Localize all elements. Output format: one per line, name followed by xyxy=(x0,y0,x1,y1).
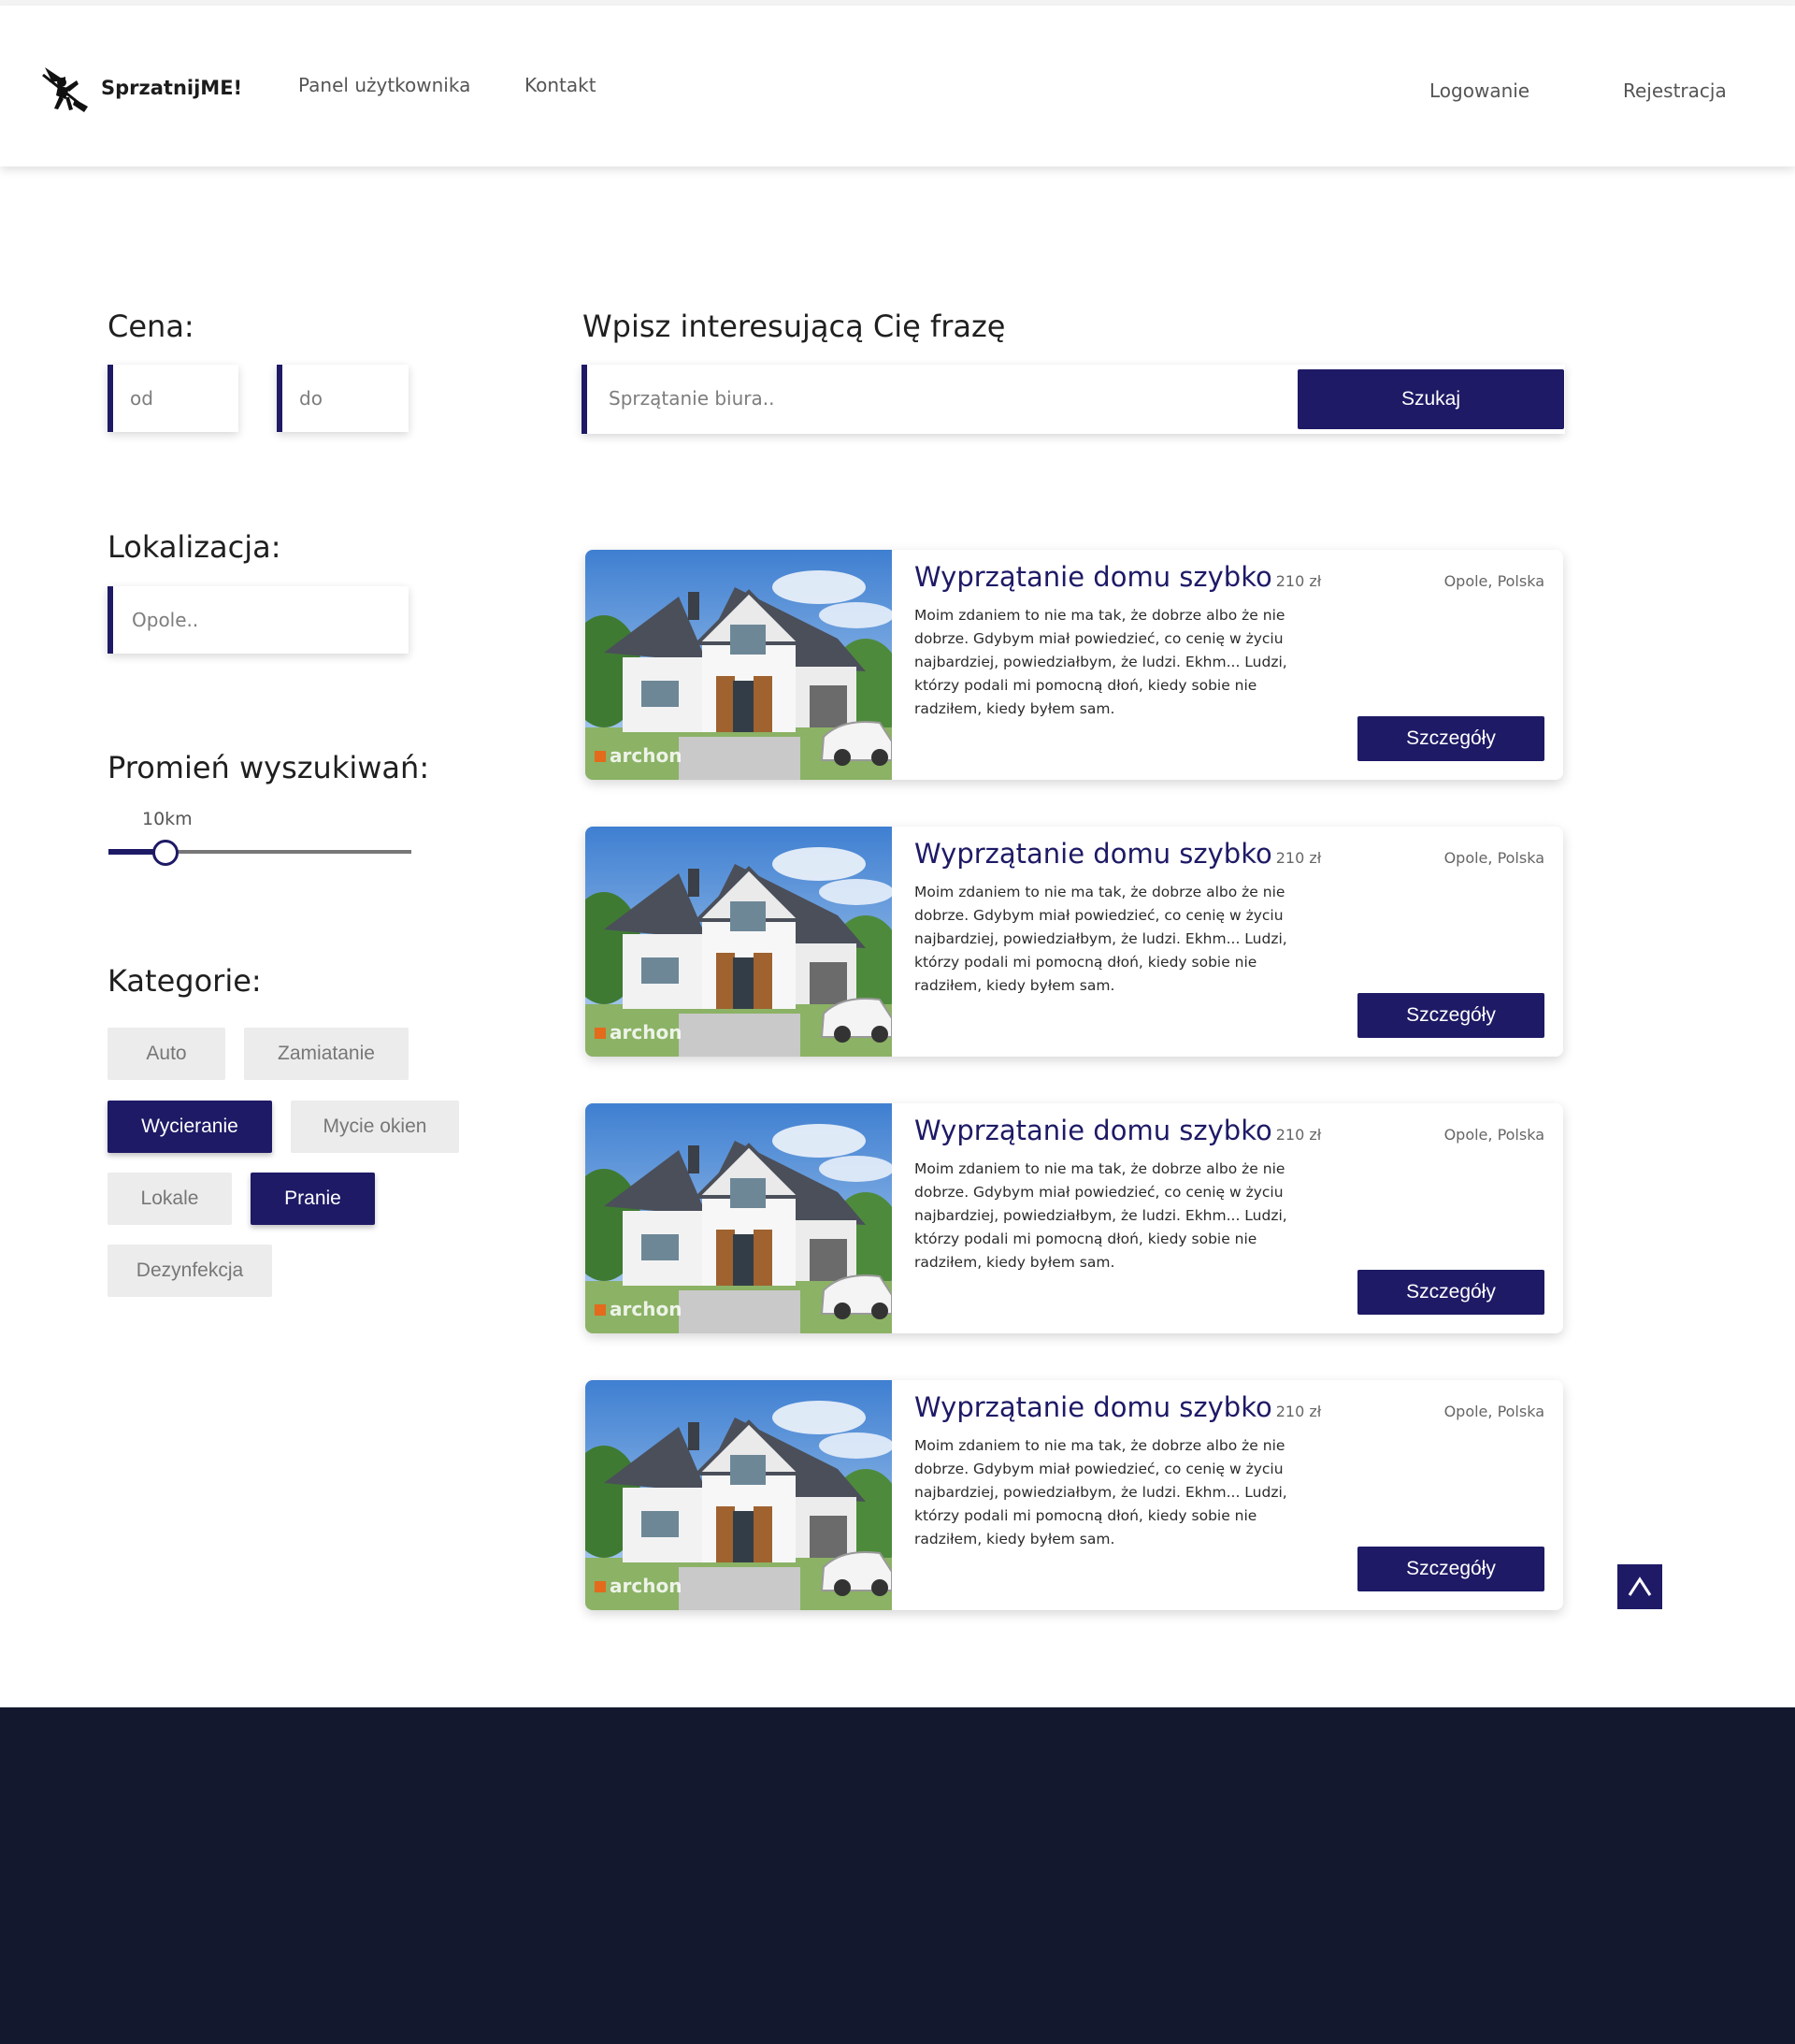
svg-text:archon: archon xyxy=(610,1298,682,1320)
price-to-placeholder: do xyxy=(299,387,323,410)
listing-price: 210 zł xyxy=(1275,1126,1322,1144)
listing-description: Moim zdaniem to nie ma tak, że dobrze al… xyxy=(914,884,1287,994)
location-placeholder: Opole.. xyxy=(132,609,199,631)
price-from-input[interactable]: od xyxy=(108,365,238,432)
house-photo: archon xyxy=(585,550,892,780)
listing-card: archon Wyprzątanie domu szybko 210 zł Opo… xyxy=(585,1103,1563,1333)
brand-name: SprzatnijME! xyxy=(101,77,243,99)
listing-title-text: Wyprzątanie domu szybko xyxy=(914,838,1272,870)
house-photo: archon xyxy=(585,1103,892,1333)
location-input[interactable]: Opole.. xyxy=(108,586,409,654)
details-button[interactable]: Szczegóły xyxy=(1357,1547,1544,1591)
price-from-placeholder: od xyxy=(130,387,153,410)
listing-price: 210 zł xyxy=(1275,849,1322,867)
listing-title[interactable]: Wyprzątanie domu szybko 210 zł xyxy=(914,1115,1321,1146)
search-label: Wpisz interesującą Cię frazę xyxy=(582,309,1006,344)
categories-label: Kategorie: xyxy=(108,963,262,999)
details-button[interactable]: Szczegóły xyxy=(1357,1270,1544,1315)
nav-panel-uzytkownika[interactable]: Panel użytkownika xyxy=(298,74,470,96)
svg-text:archon: archon xyxy=(610,1575,682,1597)
listing-title-text: Wyprzątanie domu szybko xyxy=(914,1115,1272,1146)
radius-slider-handle[interactable] xyxy=(152,840,179,866)
listing-price: 210 zł xyxy=(1275,1403,1322,1420)
radius-slider-fill xyxy=(108,849,155,855)
listing-title[interactable]: Wyprzątanie domu szybko 210 zł xyxy=(914,561,1321,593)
site-header: SprzatnijME! Panel użytkownika Kontakt L… xyxy=(0,6,1795,166)
category-chip-lokale[interactable]: Lokale xyxy=(108,1173,232,1225)
details-button[interactable]: Szczegóły xyxy=(1357,716,1544,761)
listing-description: Moim zdaniem to nie ma tak, że dobrze al… xyxy=(914,607,1287,717)
house-photo: archon xyxy=(585,827,892,1057)
listing-location: Opole, Polska xyxy=(1443,1403,1544,1420)
location-label: Lokalizacja: xyxy=(108,529,281,565)
listing-title[interactable]: Wyprzątanie domu szybko 210 zł xyxy=(914,838,1321,870)
price-to-input[interactable]: do xyxy=(277,365,409,432)
listing-title[interactable]: Wyprzątanie domu szybko 210 zł xyxy=(914,1391,1321,1423)
nav-login[interactable]: Logowanie xyxy=(1429,79,1529,102)
nav-kontakt[interactable]: Kontakt xyxy=(524,74,596,96)
listing-description: Moim zdaniem to nie ma tak, że dobrze al… xyxy=(914,1160,1287,1271)
search-button[interactable]: Szukaj xyxy=(1298,369,1564,429)
search-placeholder: Sprzątanie biura.. xyxy=(609,387,775,410)
price-label: Cena: xyxy=(108,309,194,344)
category-chip-pranie[interactable]: Pranie xyxy=(251,1173,375,1225)
listing-card: archon Wyprzątanie domu szybko 210 zł Opo… xyxy=(585,827,1563,1057)
svg-text:archon: archon xyxy=(610,1021,682,1044)
listing-price: 210 zł xyxy=(1275,572,1322,590)
category-chip-zamiatanie[interactable]: Zamiatanie xyxy=(244,1028,409,1080)
details-button[interactable]: Szczegóły xyxy=(1357,993,1544,1038)
listing-location: Opole, Polska xyxy=(1443,572,1544,590)
chevron-up-icon xyxy=(1628,1576,1652,1596)
scroll-to-top-button[interactable] xyxy=(1617,1564,1662,1609)
category-chip-mycie-okien[interactable]: Mycie okien xyxy=(291,1101,459,1153)
radius-value: 10km xyxy=(142,809,193,829)
listing-title-text: Wyprzątanie domu szybko xyxy=(914,561,1272,593)
svg-text:archon: archon xyxy=(610,744,682,767)
listing-card: archon Wyprzątanie domu szybko 210 zł Opo… xyxy=(585,1380,1563,1610)
listing-location: Opole, Polska xyxy=(1443,1126,1544,1144)
listing-description: Moim zdaniem to nie ma tak, że dobrze al… xyxy=(914,1437,1287,1547)
nav-register[interactable]: Rejestracja xyxy=(1623,79,1727,102)
brand-logo[interactable]: SprzatnijME! xyxy=(37,62,242,114)
site-footer xyxy=(0,1707,1795,2044)
witch-on-broom-icon xyxy=(42,67,88,112)
listing-card: archon Wyprzątanie domu szybko 210 zł Opo… xyxy=(585,550,1563,780)
category-chip-wycieranie[interactable]: Wycieranie xyxy=(108,1101,272,1153)
category-chip-auto[interactable]: Auto xyxy=(108,1028,225,1080)
category-chip-dezynfekcja[interactable]: Dezynfekcja xyxy=(108,1245,272,1297)
house-photo: archon xyxy=(585,1380,892,1610)
listing-title-text: Wyprzątanie domu szybko xyxy=(914,1391,1272,1423)
radius-label: Promień wyszukiwań: xyxy=(108,750,430,785)
listing-location: Opole, Polska xyxy=(1443,849,1544,867)
